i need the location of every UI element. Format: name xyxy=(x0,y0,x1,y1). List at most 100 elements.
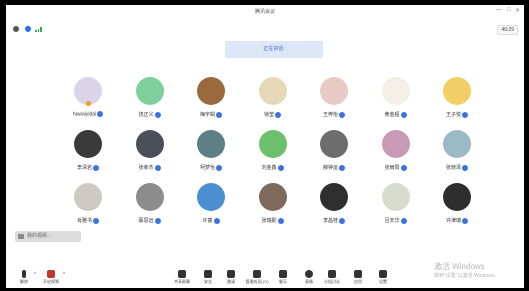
participant-name: 梅宇娟 xyxy=(199,112,215,118)
participant-name: 张晓泽 xyxy=(445,165,461,171)
participant-name: 张雨阳 xyxy=(384,165,400,171)
avatar xyxy=(381,183,410,211)
microphone-status-icon xyxy=(213,217,220,224)
participant-name-row: 饶正义 xyxy=(126,111,174,118)
toolbar-label: 应用 xyxy=(354,279,362,284)
members-icon xyxy=(253,270,261,278)
participant-name-row: 张孝杰 xyxy=(126,164,174,171)
participant-tile[interactable]: 张晓泽 xyxy=(433,130,481,178)
minimize-icon[interactable]: — xyxy=(496,7,502,13)
participant-tile[interactable]: 肖雅书 xyxy=(64,183,112,231)
invite-button[interactable]: 邀请 xyxy=(218,270,244,285)
avatar xyxy=(135,130,164,158)
share-screen-icon xyxy=(178,270,186,278)
microphone-status-icon xyxy=(339,164,345,171)
avatar xyxy=(135,183,164,211)
toolbar-label: 邀请 xyxy=(227,279,235,284)
participant-name: 饶正义 xyxy=(138,112,154,118)
participant-tile[interactable]: 饶正义 xyxy=(126,77,174,125)
avatar xyxy=(381,130,410,158)
participant-tile[interactable]: 许津瑞 xyxy=(433,183,481,231)
maximize-icon[interactable]: □ xyxy=(507,7,511,13)
participant-name: 肖雅书 xyxy=(76,218,92,224)
toolbar-label: 聊天 xyxy=(279,279,287,284)
participant-name-row: 许津瑞 xyxy=(433,217,481,224)
participant-tile[interactable]: 李清岩 xyxy=(64,130,112,178)
participant-name: 柯梦怡 xyxy=(199,165,215,171)
participant-name-row: 王子悦 xyxy=(433,111,481,118)
avatar xyxy=(443,183,471,211)
avatar xyxy=(258,77,287,105)
toolbar-label: 安全 xyxy=(204,279,212,284)
participant-tile[interactable]: huwaiyidai xyxy=(64,77,112,125)
participant-tile[interactable]: 薛钟运 xyxy=(310,130,358,178)
breakout-button[interactable]: 分组讨论 xyxy=(319,270,345,285)
participant-name: 王梓怡 xyxy=(322,112,338,118)
participant-name-row: 蔡思远 xyxy=(126,217,174,224)
avatar xyxy=(258,130,287,158)
participant-name: 张孝杰 xyxy=(138,165,154,171)
self-view-bar[interactable]: 我的视频... xyxy=(15,231,81,242)
share-screen-button[interactable]: 共享屏幕 xyxy=(169,270,195,285)
microphone-status-icon xyxy=(277,164,284,171)
chat-button[interactable]: 聊天 xyxy=(270,270,296,285)
participant-tile[interactable]: 柯梦怡 xyxy=(187,130,235,178)
participant-tile[interactable]: 刘金鑫 xyxy=(249,130,297,178)
microphone-status-icon xyxy=(462,164,468,171)
microphone-status-icon xyxy=(154,164,161,171)
participant-tile[interactable]: 黄金超 xyxy=(372,77,420,125)
participant-tile[interactable]: 王子悦 xyxy=(433,77,481,125)
participant-name: 王子悦 xyxy=(445,112,461,118)
apps-button[interactable]: 应用 xyxy=(345,270,371,285)
video-off-icon xyxy=(47,270,55,278)
participant-tile[interactable]: 蔡思远 xyxy=(126,183,174,231)
participant-name: 许童 xyxy=(202,218,213,224)
participant-name-row: 张瑞勤 xyxy=(249,217,297,224)
participant-name: 许津瑞 xyxy=(445,218,461,224)
toolbar-label: 共享屏幕 xyxy=(174,279,190,284)
participant-name-row: 吕天华 xyxy=(372,217,420,224)
participant-name: 刘金鑫 xyxy=(261,165,277,171)
toolbar-label: 设置 xyxy=(379,279,387,284)
participant-name: 张瑞勤 xyxy=(261,218,277,224)
participant-tile[interactable]: 许童 xyxy=(187,183,235,231)
participant-tile[interactable]: 梅宇娟 xyxy=(187,77,235,125)
info-icon[interactable] xyxy=(13,26,19,32)
video-button[interactable]: 开启视频 xyxy=(38,270,64,285)
participant-name: 黄金超 xyxy=(384,112,400,118)
microphone-status-icon xyxy=(400,164,407,171)
host-badge-icon xyxy=(86,101,91,106)
avatar xyxy=(74,130,102,158)
participant-name: 薛钟运 xyxy=(322,165,338,171)
avatar xyxy=(320,183,348,211)
participant-name: 徐莹 xyxy=(263,112,274,118)
settings-icon xyxy=(379,270,387,278)
participant-name: 李清岩 xyxy=(76,165,92,171)
participant-tile[interactable]: 张孝杰 xyxy=(126,130,174,178)
microphone-status-icon xyxy=(97,111,104,117)
participant-name: 蔡思远 xyxy=(138,218,154,224)
participant-tile[interactable]: 王梓怡 xyxy=(310,77,358,125)
avatar xyxy=(74,183,102,211)
shield-icon[interactable] xyxy=(25,26,31,32)
participant-tile[interactable]: 张瑞勤 xyxy=(249,183,297,231)
chevron-up-icon[interactable]: ^ xyxy=(63,272,65,278)
close-icon[interactable]: ✕ xyxy=(515,7,520,14)
signal-icon[interactable] xyxy=(35,27,42,32)
toolbar-label: 分组讨论 xyxy=(324,279,340,284)
members-button[interactable]: 管理成员(21) xyxy=(244,270,270,285)
avatar xyxy=(381,77,410,105)
participant-tile[interactable]: 张雨阳 xyxy=(372,130,420,178)
avatar xyxy=(258,183,287,211)
microphone-status-icon xyxy=(339,111,345,118)
chevron-up-icon[interactable]: ^ xyxy=(34,272,36,278)
chat-icon xyxy=(279,270,287,278)
settings-button[interactable]: 设置 xyxy=(370,270,396,285)
participant-tile[interactable]: 吕天华 xyxy=(372,183,420,231)
participant-tile[interactable]: 徐莹 xyxy=(249,77,297,125)
participant-name-row: huwaiyidai xyxy=(64,111,112,117)
microphone-status-icon xyxy=(277,217,284,224)
participant-tile[interactable]: 李昌桂 xyxy=(310,183,358,231)
avatar xyxy=(197,77,225,105)
participant-name-row: 刘金鑫 xyxy=(249,164,297,171)
